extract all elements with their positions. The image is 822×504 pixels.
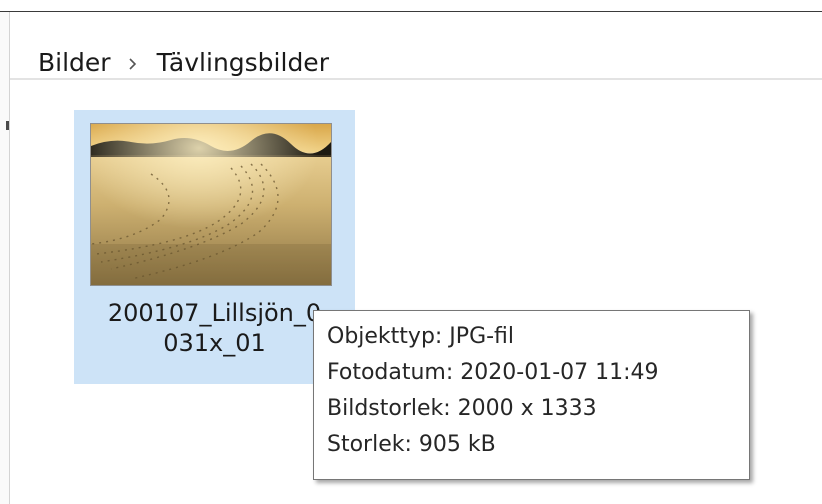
- tooltip-image-dimensions: Bildstorlek: 2000 x 1333: [327, 396, 597, 421]
- tooltip-file-size: Storlek: 905 kB: [327, 432, 496, 457]
- tooltip-photo-date: Fotodatum: 2020-01-07 11:49: [327, 360, 659, 385]
- chevron-right-icon[interactable]: [123, 52, 145, 74]
- breadcrumb-item-bilder[interactable]: Bilder: [38, 48, 111, 77]
- address-bar[interactable]: Bilder Tävlingsbilder: [0, 12, 822, 80]
- file-explorer-window: Bilder Tävlingsbilder 200107_Lillsjön_0 …: [0, 0, 822, 504]
- file-info-tooltip: Objekttyp: JPG-fil Fotodatum: 2020-01-07…: [313, 310, 750, 480]
- image-thumbnail[interactable]: [90, 123, 332, 286]
- splitter-handle[interactable]: [6, 121, 9, 130]
- breadcrumb: Bilder Tävlingsbilder: [38, 48, 329, 77]
- breadcrumb-item-tavlingsbilder[interactable]: Tävlingsbilder: [157, 48, 329, 77]
- tooltip-item-type: Objekttyp: JPG-fil: [327, 324, 515, 349]
- navigation-pane-edge[interactable]: [0, 12, 10, 504]
